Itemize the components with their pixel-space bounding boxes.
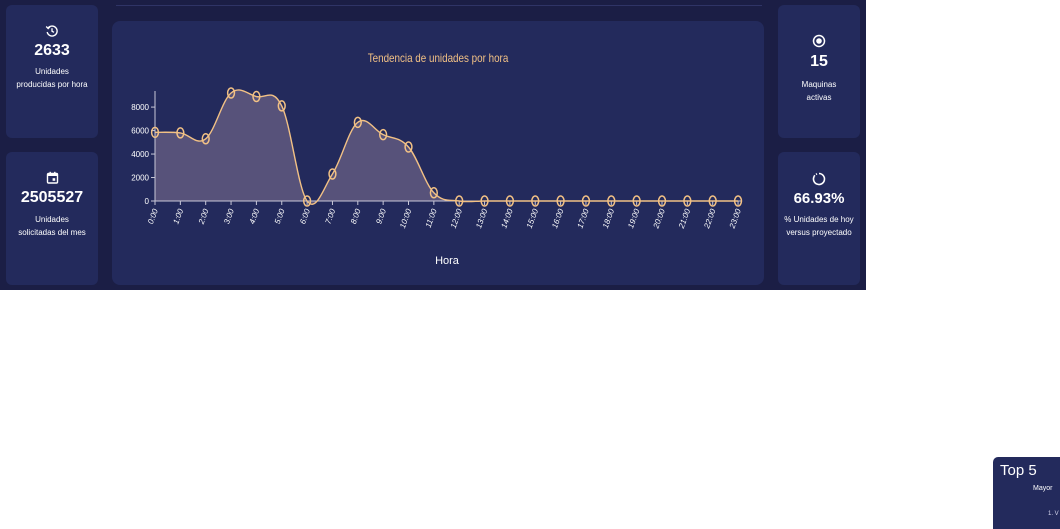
kpi-value-produced: 2633 — [34, 42, 70, 59]
kpi-label-percent: % Unidades de hoy versus proyectado — [784, 215, 854, 237]
x-tick-label: 18:00 — [601, 207, 616, 229]
x-tick-label: 17:00 — [576, 207, 591, 229]
circle-progress-icon — [812, 172, 826, 186]
x-tick-label: 13:00 — [474, 207, 489, 229]
top5-title: Top 5 — [1000, 462, 1037, 479]
kpi-card-machines: 15 Maquinas activas — [778, 5, 860, 138]
x-tick-label: 6:00 — [298, 207, 312, 225]
x-tick-label: 11:00 — [424, 207, 439, 229]
x-tick-label: 1:00 — [171, 207, 185, 225]
kpi-value-machines: 15 — [810, 53, 828, 70]
kpi-label-requested: Unidades solicitadas del mes — [18, 215, 86, 237]
calendar-icon — [46, 171, 58, 184]
x-tick-label: 7:00 — [324, 207, 338, 225]
top5-panel: Top 5 Mayor 1. V — [993, 457, 1060, 529]
kpi-value-percent: 66.93% — [793, 190, 845, 207]
x-tick-label: 9:00 — [374, 207, 388, 225]
x-tick-label: 10:00 — [398, 207, 413, 229]
x-tick-label: 23:00 — [727, 207, 743, 230]
y-tick-label: 6000 — [131, 127, 149, 136]
x-tick-label: 22:00 — [702, 207, 718, 230]
kpi-label-produced: Unidades producidas por hora — [16, 67, 88, 89]
y-tick-label: 0 — [145, 197, 150, 206]
hourly-trend-chart: Tendencia de unidades por hora 0 2000 4000… — [112, 21, 764, 285]
y-tick-label: 8000 — [131, 103, 149, 112]
divider — [116, 5, 762, 6]
x-tick-label: 4:00 — [247, 207, 261, 225]
kpi-card-percent: 66.93% % Unidades de hoy versus proyecta… — [778, 152, 860, 285]
x-tick-label: 2:00 — [196, 207, 210, 226]
kpi-card-requested: 2505527 Unidades solicitadas del mes — [6, 152, 98, 285]
x-tick-label: 14:00 — [499, 207, 514, 229]
x-tick-label: 21:00 — [677, 207, 693, 230]
x-tick-label: 8:00 — [349, 207, 363, 225]
kpi-card-produced: 2633 Unidades producidas por hora — [6, 5, 98, 138]
chart-area — [155, 89, 739, 205]
x-tick-label: 20:00 — [651, 207, 667, 230]
dashboard: 2633 Unidades producidas por hora 250552… — [0, 0, 866, 290]
x-tick-label: 19:00 — [626, 207, 641, 229]
y-tick-label: 4000 — [131, 150, 149, 159]
radio-dot-icon — [812, 34, 826, 48]
x-tick-label: 0:00 — [146, 207, 160, 225]
kpi-value-requested: 2505527 — [20, 189, 84, 206]
kpi-label-machines: Maquinas activas — [801, 80, 837, 102]
x-axis-label: Hora — [435, 255, 460, 267]
top5-item-1: 1. V — [1048, 511, 1059, 517]
top5-subtitle: Mayor — [1033, 485, 1053, 492]
x-tick-label: 3:00 — [222, 207, 236, 225]
x-tick-label: 16:00 — [550, 207, 565, 229]
x-tick-label: 5:00 — [273, 207, 287, 225]
x-tick-label: 15:00 — [525, 207, 540, 229]
clock-reset-icon — [45, 25, 58, 37]
chart-plot: 0 2000 4000 6000 8000 0:00 1:00 2:00 3:00 4:00 5:0… — [131, 87, 743, 267]
y-tick-label: 2000 — [131, 174, 149, 183]
x-tick-label: 12:00 — [449, 207, 464, 229]
